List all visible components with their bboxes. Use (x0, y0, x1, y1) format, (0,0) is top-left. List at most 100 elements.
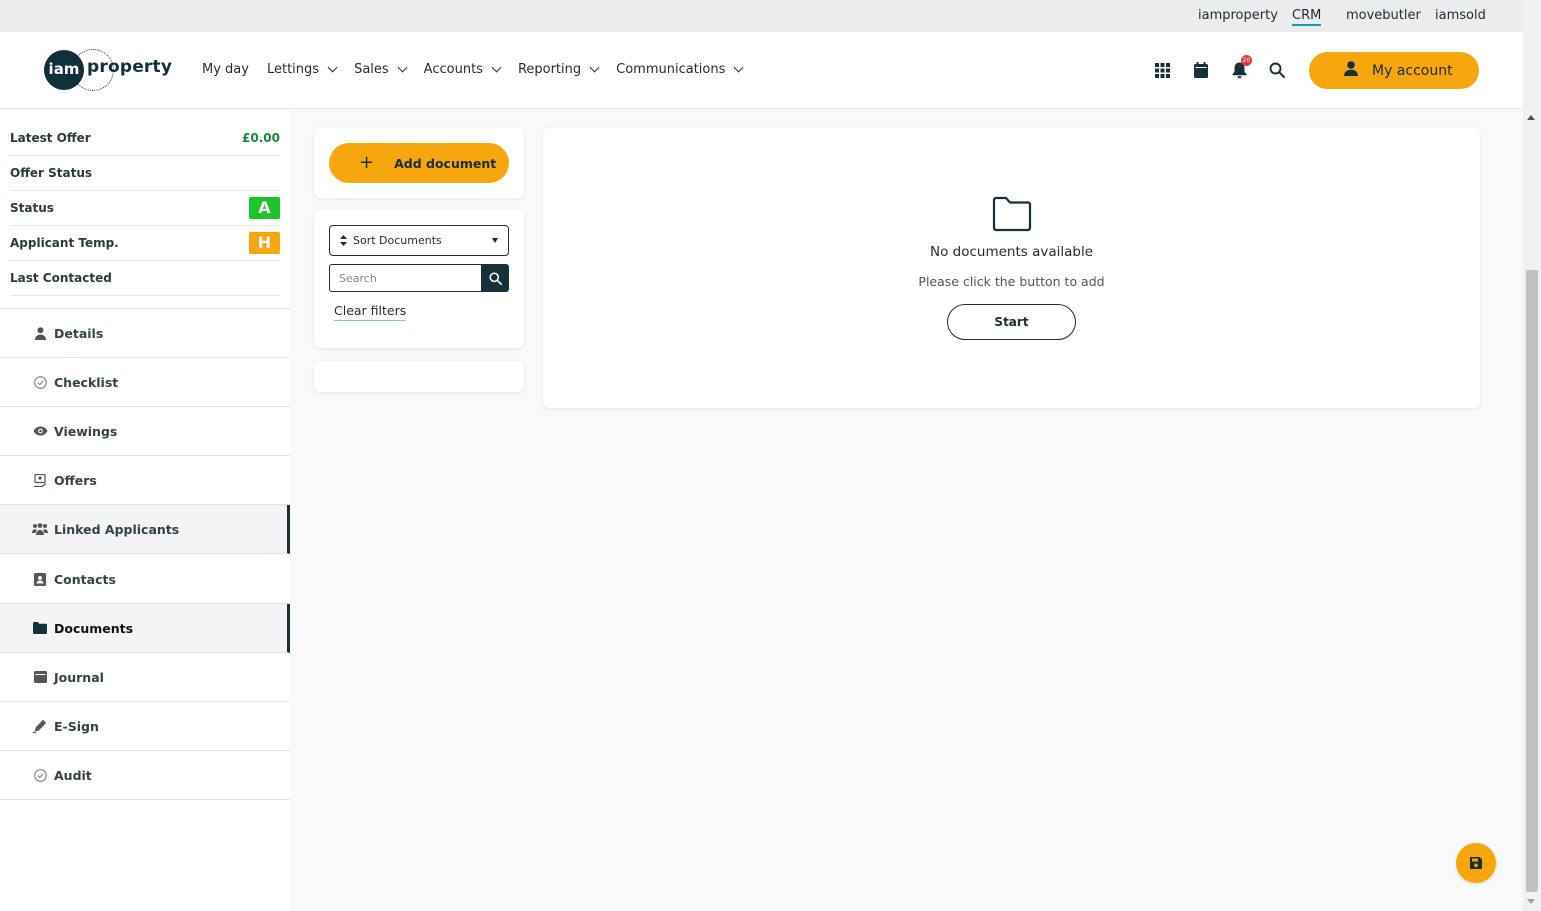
sidebar-item-journal[interactable]: Journal (0, 653, 290, 702)
status-badge[interactable]: A (249, 197, 280, 219)
folder-outline-icon (992, 196, 1032, 236)
sidebar-item-e-sign[interactable]: E-Sign (0, 702, 290, 751)
nav-sales[interactable]: Sales (354, 62, 408, 77)
sidebar-item-checklist[interactable]: Checklist (0, 358, 290, 407)
save-fab-button[interactable] (1456, 843, 1496, 883)
search-icon[interactable] (1267, 60, 1287, 80)
user-icon (1344, 61, 1358, 80)
sidebar-item-contacts[interactable]: Contacts (0, 555, 290, 604)
nav-communications-label: Communications (616, 62, 726, 77)
save-icon (1470, 857, 1482, 869)
folder-icon (32, 620, 48, 636)
my-account-button[interactable]: My account (1309, 52, 1479, 89)
add-document-label: Add document (394, 155, 497, 171)
nav-communications[interactable]: Communications (616, 62, 744, 77)
main-nav: My day Lettings Sales Accounts Reporting… (202, 62, 760, 77)
last-contacted-label: Last Contacted (10, 271, 112, 285)
scroll-up-arrow[interactable] (1527, 115, 1535, 120)
logo-word: property (87, 57, 173, 77)
chevron-down-icon (397, 62, 408, 73)
my-account-label: My account (1372, 62, 1453, 79)
chevron-down-icon (491, 62, 502, 73)
latest-offer-row: Latest Offer £0.00 (10, 121, 280, 156)
pen-icon (32, 718, 48, 734)
scroll-down-arrow[interactable] (1527, 899, 1535, 904)
sidebar-item-label: Checklist (54, 374, 119, 390)
applicant-temp-badge[interactable]: H (249, 232, 280, 254)
sidebar-item-label: Linked Applicants (54, 521, 180, 537)
iamproperty-logo[interactable]: iam property (44, 49, 172, 91)
sidebar-item-label: Details (54, 325, 104, 341)
document-list-card (314, 361, 524, 392)
check-circle-icon (32, 767, 48, 783)
search-submit-button[interactable] (481, 264, 509, 292)
nav-sales-label: Sales (354, 62, 389, 77)
brand-link-iamproperty[interactable]: iamproperty (1198, 8, 1278, 23)
filters-card: Sort Documents Clear filters (314, 210, 524, 348)
status-label: Status (10, 201, 54, 215)
start-button[interactable]: Start (947, 304, 1076, 340)
eye-icon (32, 423, 48, 439)
sidebar-item-label: Viewings (54, 423, 118, 439)
sidebar-item-audit[interactable]: Audit (0, 751, 290, 800)
calendar-icon[interactable] (1191, 60, 1211, 80)
sidebar-item-details[interactable]: Details (0, 309, 290, 358)
applicant-sidebar: Latest Offer £0.00 Offer Status Status A… (0, 110, 290, 911)
notification-badge: 20 (1241, 55, 1252, 66)
offer-icon (32, 472, 48, 488)
scrollbar-thumb[interactable] (1526, 270, 1538, 892)
sort-documents-select[interactable]: Sort Documents (329, 225, 509, 256)
brand-link-iamsold[interactable]: iamsold (1435, 8, 1486, 23)
journal-icon (32, 669, 48, 685)
sidebar-item-linked-applicants[interactable]: Linked Applicants (0, 505, 290, 554)
last-contacted-row: Last Contacted (10, 261, 280, 296)
document-search-input[interactable] (329, 264, 482, 292)
latest-offer-value: £0.00 (242, 131, 280, 145)
latest-offer-label: Latest Offer (10, 131, 91, 145)
offer-status-label: Offer Status (10, 166, 93, 180)
bell-icon[interactable]: 20 (1229, 55, 1252, 80)
apps-grid-icon[interactable] (1152, 60, 1172, 80)
clear-filters-link[interactable]: Clear filters (334, 303, 407, 321)
sidebar-item-label: Audit (54, 767, 92, 783)
add-document-card: + Add document (314, 128, 524, 198)
main-header: iam property My day Lettings Sales Accou… (0, 32, 1523, 109)
nav-accounts-label: Accounts (423, 62, 483, 77)
nav-reporting-label: Reporting (517, 62, 582, 77)
chevron-down-icon (733, 62, 744, 73)
nav-my-day[interactable]: My day (202, 62, 249, 77)
nav-reporting[interactable]: Reporting (517, 62, 600, 77)
empty-state-subtitle: Please click the button to add (918, 274, 1105, 289)
add-document-button[interactable]: + Add document (329, 143, 509, 183)
check-circle-icon (32, 374, 48, 390)
sort-documents-label: Sort Documents (353, 234, 442, 247)
sidebar-item-viewings[interactable]: Viewings (0, 407, 290, 456)
brand-link-crm[interactable]: CRM (1292, 8, 1322, 26)
documents-empty-state: No documents available Please click the … (543, 128, 1480, 408)
sidebar-item-label: Offers (54, 472, 97, 488)
nav-lettings[interactable]: Lettings (266, 62, 338, 77)
sidebar-item-offers[interactable]: Offers (0, 456, 290, 505)
contact-card-icon (32, 571, 48, 587)
sort-icon (340, 235, 347, 246)
nav-accounts[interactable]: Accounts (423, 62, 502, 77)
empty-state-title: No documents available (929, 244, 1094, 260)
sidebar-item-documents[interactable]: Documents (0, 604, 290, 653)
status-row: Status A (10, 191, 280, 226)
applicant-temp-row: Applicant Temp. H (10, 226, 280, 261)
chevron-down-icon (589, 62, 600, 73)
nav-lettings-label: Lettings (266, 62, 320, 77)
applicant-temp-label: Applicant Temp. (10, 236, 119, 250)
brand-switcher-bar: iamproperty CRM movebutler iamsold (0, 0, 1523, 32)
nav-my-day-label: My day (202, 62, 249, 77)
plus-icon: + (359, 151, 375, 173)
sidebar-item-label: Journal (54, 669, 104, 685)
logo-mark: iam (44, 50, 84, 90)
sidebar-item-label: Documents (54, 620, 134, 636)
brand-link-movebutler[interactable]: movebutler (1346, 8, 1421, 23)
users-icon (32, 521, 48, 537)
sidebar-item-label: E-Sign (54, 718, 99, 734)
chevron-down-icon (327, 62, 338, 73)
search-icon (488, 271, 502, 285)
offer-status-row: Offer Status (10, 156, 280, 191)
